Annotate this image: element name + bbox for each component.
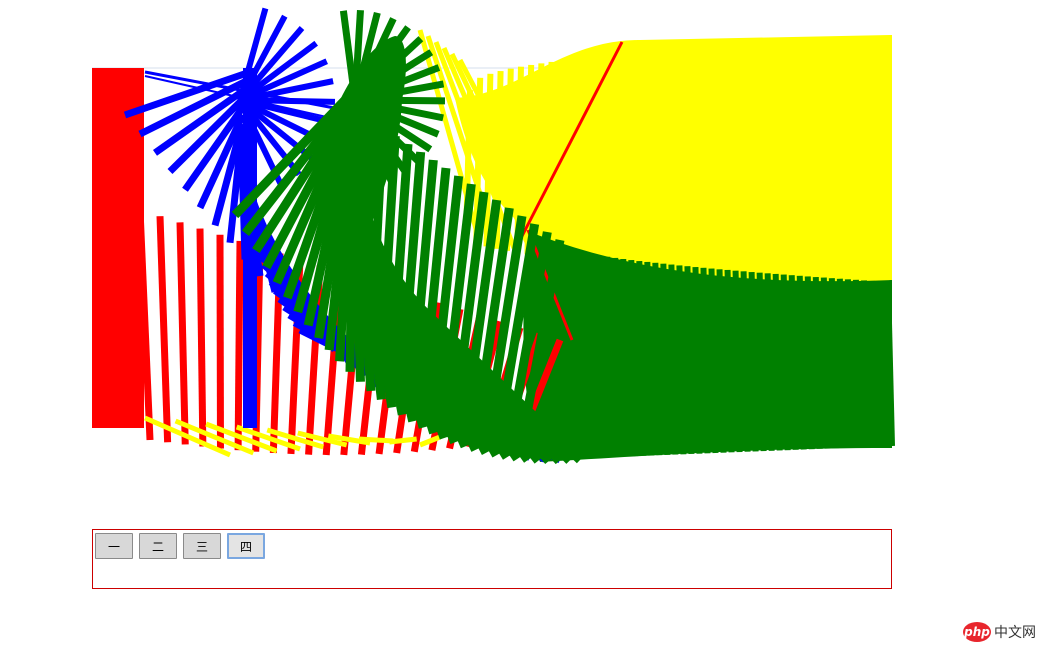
yellow-ribbon [637,51,647,269]
yellow-ribbon [719,45,728,277]
red-ribbon [196,228,207,447]
green-ribbon [740,271,751,452]
green-ribbon [724,269,735,453]
green-ribbon [588,254,599,458]
yellow-ribbon [698,47,708,275]
yellow-ribbon [883,35,891,291]
green-ribbon [788,275,799,450]
yellow-ribbon [585,56,596,263]
yellow-ribbon [821,39,830,286]
yellow-ribbon [739,44,749,279]
yellow-ribbon [657,50,667,271]
green-ribbon [692,266,703,454]
yellow-ribbon [770,42,779,282]
yellow-ribbon [842,38,851,287]
red-ribbon [176,222,189,445]
green-ribbon [676,265,687,455]
green-ribbon [620,258,631,457]
green-ribbon [756,272,767,452]
green-ribbon [844,279,855,448]
yellow-ribbon [852,37,861,288]
green-ribbon [772,273,783,451]
green-ribbon [860,280,871,448]
tab-button-2[interactable]: 二 [139,533,177,559]
green-ribbon [836,278,847,448]
yellow-ribbon [678,48,688,273]
green-ribbon [596,255,607,458]
yellow-ribbon [760,42,769,281]
green-ribbon [612,257,623,457]
tab-button-3[interactable]: 三 [183,533,221,559]
green-ribbon [820,277,831,449]
green-ribbon [885,281,895,447]
green-ribbon [764,273,775,451]
green-ribbon [716,269,727,453]
yellow-ribbon [358,436,394,444]
green-ribbon [852,279,863,448]
yellow-ribbon [831,38,841,287]
yellow-ribbon [565,59,575,261]
yellow-ribbon [647,51,657,270]
php-logo: php [963,622,991,642]
green-ribbon [828,278,839,449]
green-ribbon [564,249,575,459]
yellow-ribbon [790,41,800,283]
green-ribbon [628,259,639,457]
green-ribbon [572,251,583,459]
watermark-text: 中文网 [994,625,1036,641]
ribbon-animation-svg [92,7,895,465]
green-ribbon [748,271,759,452]
yellow-ribbon [606,54,616,266]
green-ribbon [580,252,591,459]
green-ribbon [732,270,743,453]
yellow-ribbon [729,44,739,278]
yellow-ribbon [667,49,677,272]
green-ribbon [556,247,567,460]
yellow-ribbon [688,47,698,274]
green-ribbon [868,280,879,447]
yellow-ribbon [626,52,637,268]
yellow-ribbon [811,39,820,285]
green-ribbon [796,275,807,450]
green-ribbon [708,268,719,454]
green-ribbon [652,262,663,456]
yellow-ribbon [801,40,810,284]
tab-button-1[interactable]: 一 [95,533,133,559]
red-block [92,68,144,428]
green-ribbon [684,266,695,455]
green-ribbon [668,264,679,455]
yellow-ribbon [708,46,718,276]
green-ribbon [660,263,671,455]
tab-button-panel: 一 二 三 四 [92,529,892,589]
green-ribbon [812,276,823,449]
green-ribbon [604,256,615,458]
green-ribbon [780,274,791,451]
yellow-ribbon [749,43,759,280]
yellow-ribbon [872,36,881,290]
tab-button-4[interactable]: 四 [227,533,265,559]
green-ribbon [636,260,647,456]
yellow-ribbon [575,58,586,262]
green-ribbon [700,267,711,454]
yellow-ribbon [389,436,417,445]
yellow-ribbon [616,53,626,267]
yellow-ribbon [862,37,871,289]
green-ribbon [644,261,655,456]
site-watermark: php 中文网 [963,622,1036,642]
yellow-ribbon [780,41,790,283]
red-ribbon [234,240,244,451]
red-ribbon [156,216,172,443]
animation-canvas [0,0,1054,520]
green-ribbon [804,276,815,450]
green-ribbon [876,281,887,447]
